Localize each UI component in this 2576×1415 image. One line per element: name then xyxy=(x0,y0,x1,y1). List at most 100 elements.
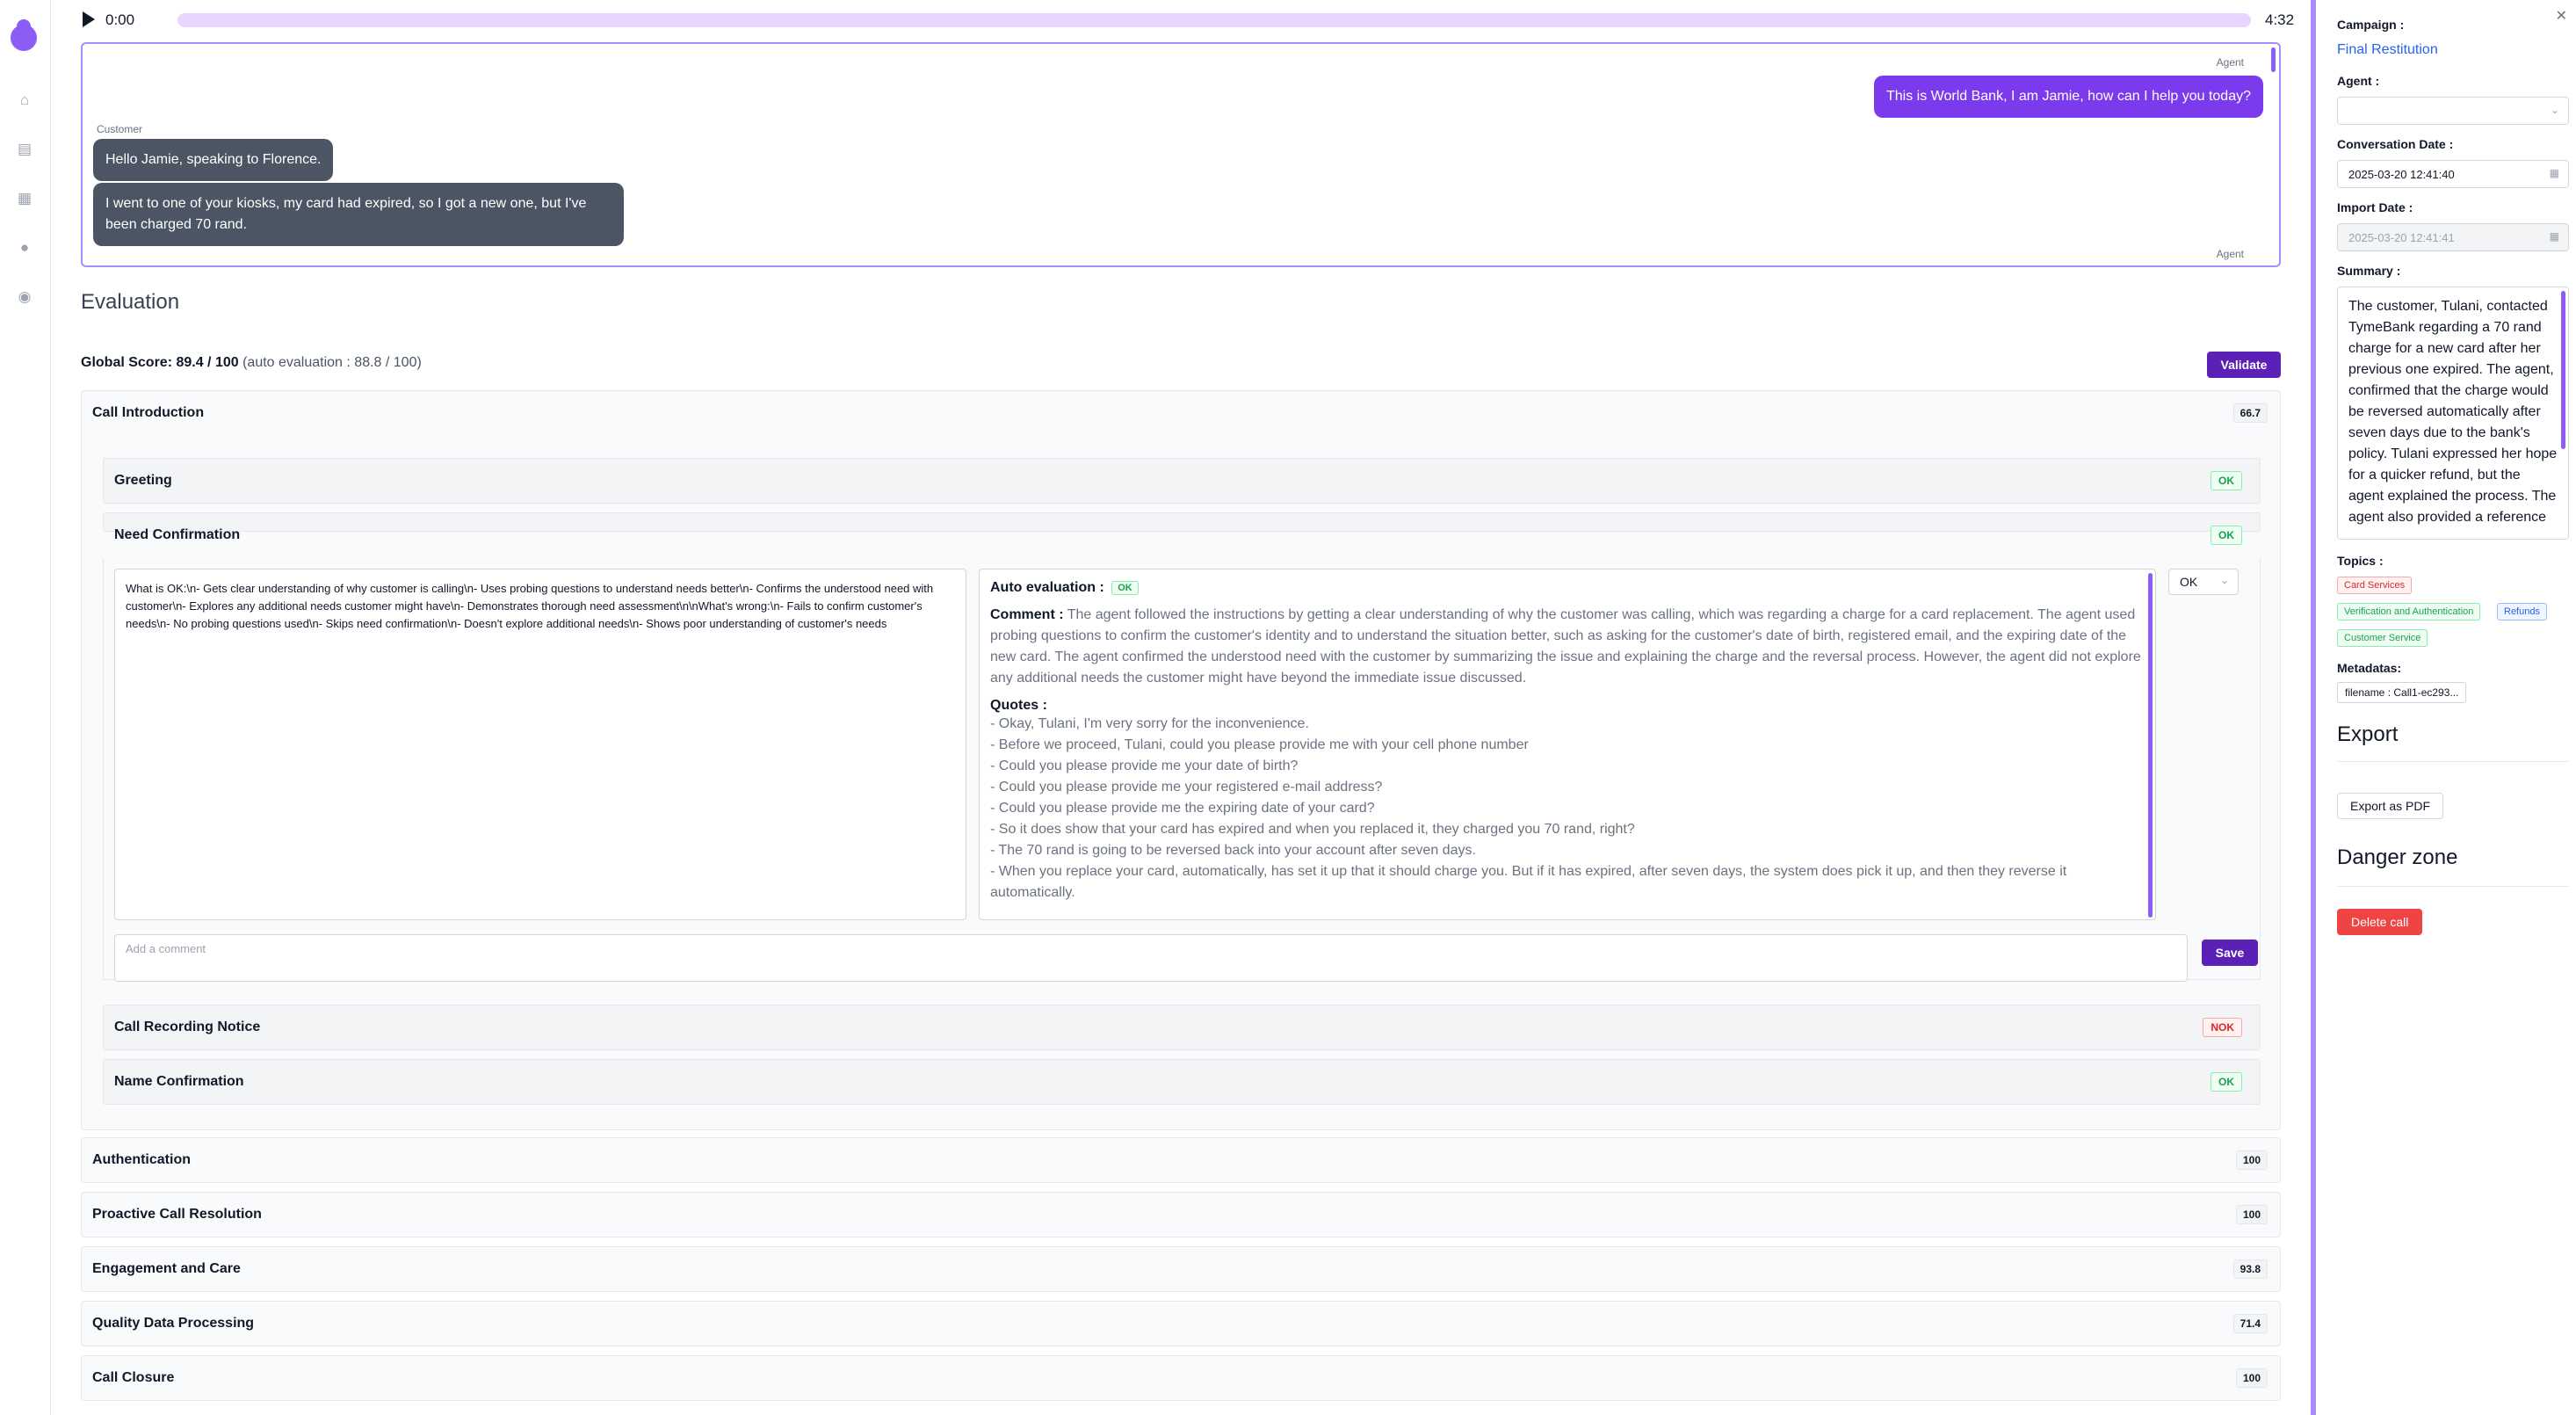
group-call-introduction: Call Introduction 66.7 Greeting OK Need … xyxy=(81,390,2281,1130)
subcriterion-title: Greeting xyxy=(114,473,172,488)
chevron-down-icon: ⌄ xyxy=(2219,574,2229,586)
close-icon[interactable]: ✕ xyxy=(2556,7,2567,25)
subcriterion-title: Name Confirmation xyxy=(114,1074,244,1089)
conversation-date-input[interactable]: 2025-03-20 12:41:40 ▦ xyxy=(2337,160,2569,188)
topic-tag: Refunds xyxy=(2497,603,2547,620)
speaker-label: Agent xyxy=(2216,56,2244,69)
group-call-closure[interactable]: Call Closure 100 xyxy=(81,1355,2281,1401)
quote-line: - So it does show that your card has exp… xyxy=(990,822,1635,837)
document-icon[interactable]: ▤ xyxy=(16,141,33,158)
summary-text[interactable]: The customer, Tulani, contacted TymeBank… xyxy=(2337,287,2569,540)
home-icon[interactable]: ⌂ xyxy=(16,91,33,109)
group-title[interactable]: Call Introduction xyxy=(92,405,204,421)
quotes-label: Quotes : xyxy=(990,698,1047,713)
quote-line: - Before we proceed, Tulani, could you p… xyxy=(990,737,1529,752)
auto-evaluation-box[interactable]: Auto evaluation : OK Comment : The agent… xyxy=(979,569,2156,920)
group-title: Quality Data Processing xyxy=(92,1316,255,1331)
bell-icon[interactable]: ◉ xyxy=(16,288,33,306)
group-score: 100 xyxy=(2235,1205,2268,1224)
campaign-link[interactable]: Final Restitution xyxy=(2337,42,2438,58)
metadatas-label: Metadatas: xyxy=(2337,661,2402,675)
group-engagement-and-care[interactable]: Engagement and Care 93.8 xyxy=(81,1246,2281,1292)
group-score: 93.8 xyxy=(2232,1259,2268,1279)
comment-label: Comment : xyxy=(990,607,1064,622)
metadata-chip: filename : Call1-ec293... xyxy=(2337,682,2467,703)
status-badge: NOK xyxy=(2203,1018,2242,1037)
quote-line: - Could you please provide me your date … xyxy=(990,758,1299,773)
divider xyxy=(2337,886,2569,887)
main-content: 0:00 4:32 ⤓ Agent This is World Bank, I … xyxy=(51,0,2321,1415)
transcript-scrollbar[interactable] xyxy=(2271,47,2276,72)
export-pdf-button[interactable]: Export as PDF xyxy=(2337,793,2444,819)
group-score: 66.7 xyxy=(2232,403,2268,423)
evaluation-title: Evaluation xyxy=(81,290,180,314)
topics-label: Topics : xyxy=(2337,554,2384,568)
quote-line: - Could you please provide me your regis… xyxy=(990,780,1383,795)
auto-eval-comment: The agent followed the instructions by g… xyxy=(990,607,2141,686)
transcript-panel[interactable]: Agent This is World Bank, I am Jamie, ho… xyxy=(81,42,2281,267)
group-title: Proactive Call Resolution xyxy=(92,1207,262,1222)
agent-select[interactable]: ⌄ xyxy=(2337,97,2569,125)
speaker-label: Agent xyxy=(2216,248,2244,260)
subcriterion-title: Call Recording Notice xyxy=(114,1020,261,1034)
topic-tag: Customer Service xyxy=(2337,629,2428,647)
customer-message: I went to one of your kiosks, my card ha… xyxy=(93,183,624,246)
calendar-icon: ▦ xyxy=(2549,167,2559,179)
auto-score: (auto evaluation : 88.8 / 100) xyxy=(242,355,422,370)
topic-tag: Verification and Authentication xyxy=(2337,603,2481,620)
building-icon[interactable]: ▦ xyxy=(16,190,33,207)
customer-message: Hello Jamie, speaking to Florence. xyxy=(93,139,334,181)
summary-scrollbar[interactable] xyxy=(2561,291,2565,449)
export-heading: Export xyxy=(2337,722,2399,746)
import-date-value: 2025-03-20 12:41:41 xyxy=(2348,231,2455,244)
progress-bar[interactable] xyxy=(177,13,2251,27)
status-badge: OK xyxy=(2211,526,2242,545)
chevron-down-icon: ⌄ xyxy=(2550,104,2559,116)
auto-eval-scrollbar[interactable] xyxy=(2148,573,2153,918)
save-button[interactable]: Save xyxy=(2202,940,2258,966)
quote-line: - When you replace your card, automatica… xyxy=(990,864,2067,900)
subcriterion-name-confirmation[interactable]: Name Confirmation OK xyxy=(103,1059,2261,1105)
group-score: 100 xyxy=(2235,1368,2268,1388)
speaker-label: Customer xyxy=(97,123,143,135)
subcriterion-greeting[interactable]: Greeting OK xyxy=(103,458,2261,504)
subcriterion-call-recording-notice[interactable]: Call Recording Notice NOK xyxy=(103,1005,2261,1050)
conversation-date-value: 2025-03-20 12:41:40 xyxy=(2348,168,2455,181)
group-score: 71.4 xyxy=(2232,1314,2268,1333)
subcriterion-need-confirmation[interactable]: Need Confirmation OK xyxy=(103,512,2261,545)
audio-player: 0:00 4:32 ⤓ xyxy=(83,7,2339,33)
group-title: Call Closure xyxy=(92,1370,175,1385)
group-score: 100 xyxy=(2235,1150,2268,1170)
current-time: 0:00 xyxy=(105,11,135,28)
need-confirmation-details: What is OK:\n- Gets clear understanding … xyxy=(103,558,2261,982)
criteria-description: What is OK:\n- Gets clear understanding … xyxy=(114,569,966,920)
delete-call-button[interactable]: Delete call xyxy=(2337,909,2423,935)
group-quality-data-processing[interactable]: Quality Data Processing 71.4 xyxy=(81,1301,2281,1346)
status-select-value: OK xyxy=(2180,575,2198,589)
import-date-input: 2025-03-20 12:41:41 ▦ xyxy=(2337,223,2569,251)
calendar-icon: ▦ xyxy=(2549,230,2559,243)
auto-eval-label: Auto evaluation : xyxy=(990,580,1104,595)
quote-line: - Could you please provide me the expiri… xyxy=(990,801,1375,816)
group-authentication[interactable]: Authentication 100 xyxy=(81,1137,2281,1183)
comment-input[interactable] xyxy=(114,934,2188,982)
conversation-date-label: Conversation Date : xyxy=(2337,137,2454,151)
play-icon[interactable] xyxy=(83,11,95,27)
summary-content: The customer, Tulani, contacted TymeBank… xyxy=(2348,299,2558,525)
auto-eval-status: OK xyxy=(1111,580,1139,595)
subcriterion-title: Need Confirmation xyxy=(114,527,241,542)
left-nav-rail: ⌂ ▤ ▦ ● ◉ xyxy=(0,0,51,1415)
total-time: 4:32 xyxy=(2265,11,2295,28)
call-details-panel: ✕ Campaign : Final Restitution Agent : ⌄… xyxy=(2316,0,2576,1415)
validate-button[interactable]: Validate xyxy=(2207,352,2281,378)
summary-label: Summary : xyxy=(2337,264,2401,278)
status-badge: OK xyxy=(2211,1072,2242,1092)
topic-tag: Card Services xyxy=(2337,577,2413,594)
campaign-label: Campaign : xyxy=(2337,18,2405,32)
quote-line: - Okay, Tulani, I'm very sorry for the i… xyxy=(990,716,1309,731)
user-icon[interactable]: ● xyxy=(16,239,33,257)
agent-message: This is World Bank, I am Jamie, how can … xyxy=(1873,76,2263,118)
status-select[interactable]: OK ⌄ xyxy=(2168,569,2239,595)
app-logo[interactable] xyxy=(11,19,37,51)
group-proactive-call-resolution[interactable]: Proactive Call Resolution 100 xyxy=(81,1192,2281,1237)
